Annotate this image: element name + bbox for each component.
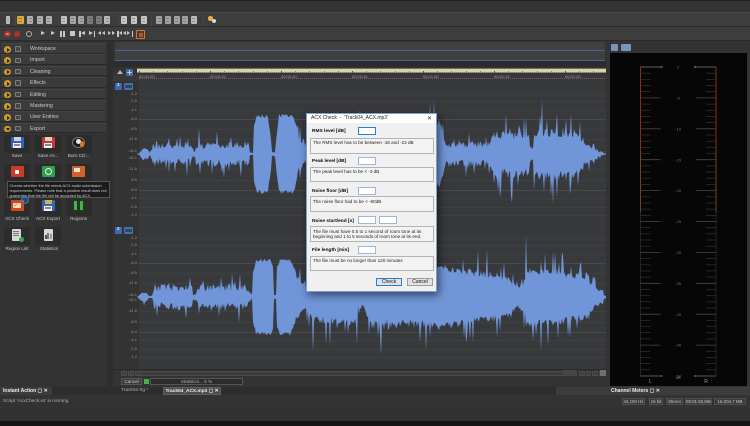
- svg-text:0: 0: [677, 65, 680, 70]
- svg-text:-15: -15: [675, 157, 682, 162]
- svg-text:-30: -30: [675, 250, 682, 255]
- svg-text:-25: -25: [675, 219, 682, 224]
- svg-text:-20: -20: [675, 188, 682, 193]
- svg-text:R: R: [704, 379, 708, 385]
- svg-text:-5: -5: [676, 96, 680, 101]
- svg-text:-35: -35: [675, 281, 682, 286]
- svg-text:-40: -40: [675, 312, 682, 317]
- svg-text:-10: -10: [675, 126, 682, 131]
- svg-text:dB: dB: [676, 375, 681, 380]
- svg-text:-45: -45: [675, 343, 682, 348]
- svg-text:L: L: [649, 379, 652, 385]
